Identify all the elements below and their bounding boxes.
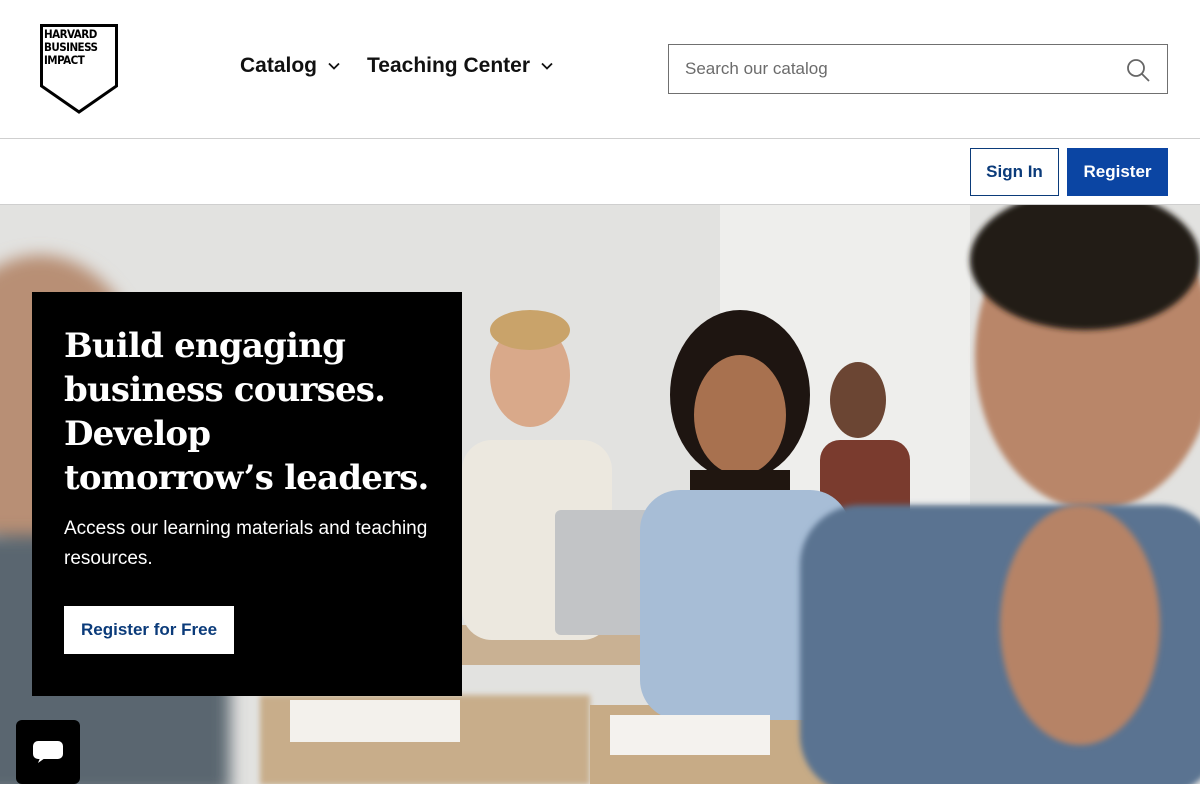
- main-nav: Catalog Teaching Center: [240, 54, 554, 78]
- search-box: [668, 44, 1168, 94]
- account-bar: Sign In Register: [0, 139, 1200, 205]
- chat-launcher-button[interactable]: [16, 720, 80, 784]
- sign-in-button[interactable]: Sign In: [970, 148, 1059, 196]
- register-for-free-button[interactable]: Register for Free: [64, 606, 235, 654]
- logo-wordmark: HARVARD BUSINESS IMPACT: [44, 28, 107, 67]
- search-input[interactable]: [669, 45, 1109, 93]
- register-button[interactable]: Register: [1067, 148, 1168, 196]
- site-header: HARVARD BUSINESS IMPACT Catalog Teaching…: [0, 0, 1200, 139]
- chevron-down-icon: [541, 62, 553, 70]
- page-bottom-strip: [0, 784, 1200, 800]
- chat-bubble-icon: [33, 741, 63, 763]
- nav-catalog[interactable]: Catalog: [240, 54, 341, 78]
- logo-line-3: IMPACT: [44, 53, 85, 67]
- chevron-down-icon: [328, 62, 340, 70]
- hero-banner: Build engaging business courses. Develop…: [0, 205, 1200, 784]
- nav-catalog-label: Catalog: [240, 54, 318, 77]
- nav-teaching-center[interactable]: Teaching Center: [367, 54, 554, 78]
- search-icon[interactable]: [1125, 57, 1151, 83]
- hero-subtitle: Access our learning materials and teachi…: [64, 518, 428, 569]
- hero-card: Build engaging business courses. Develop…: [32, 292, 462, 696]
- harvard-business-impact-logo[interactable]: HARVARD BUSINESS IMPACT: [40, 24, 118, 114]
- nav-teaching-center-label: Teaching Center: [367, 54, 530, 77]
- hero-title: Build engaging business courses. Develop…: [64, 326, 429, 498]
